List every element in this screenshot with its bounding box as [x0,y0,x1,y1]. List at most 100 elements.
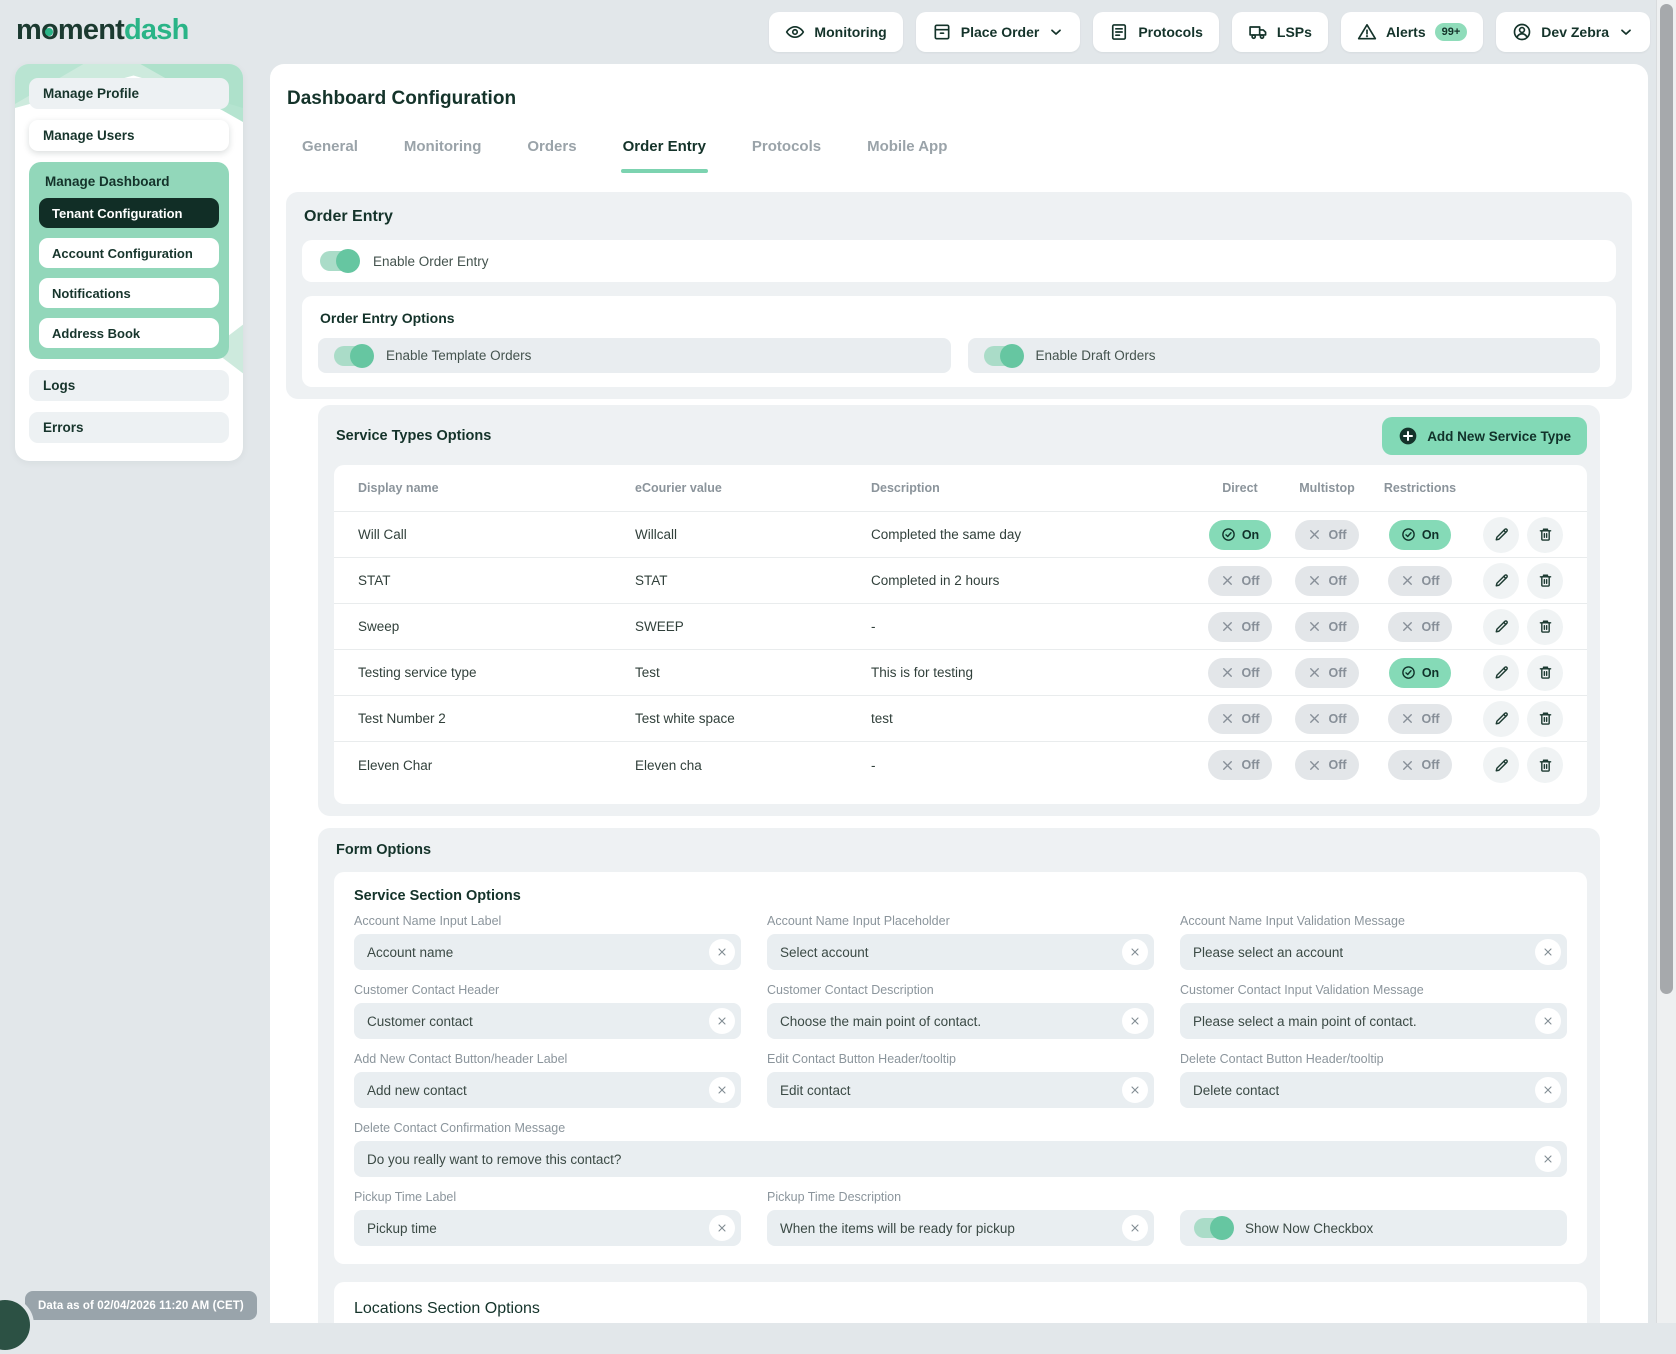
restrictions-off-pill[interactable]: Off [1388,612,1451,642]
sidebar-item-logs[interactable]: Logs [29,370,229,401]
sidebar-item-manage-users[interactable]: Manage Users [29,120,229,151]
pickup-time-description-input[interactable]: When the items will be ready for pickup [767,1210,1154,1246]
add-new-contact-button-header-label-input[interactable]: Add new contact [354,1072,741,1108]
check-circle-icon [1401,527,1416,542]
enable-draft-orders-toggle[interactable] [984,346,1022,366]
tab-protocols[interactable]: Protocols [752,138,821,162]
pill-state-label: Off [1241,666,1259,680]
page-title: Dashboard Configuration [287,88,1648,110]
nav-dev-zebra-button[interactable]: Dev Zebra [1496,12,1650,52]
edit-row-button[interactable] [1483,563,1519,599]
sidebar-item-notifications[interactable]: Notifications [39,278,219,308]
nav-lsps-button[interactable]: LSPs [1232,12,1328,52]
clear-input-button[interactable] [1535,1077,1561,1103]
edit-row-button[interactable] [1483,609,1519,645]
direct-off-pill[interactable]: Off [1208,658,1271,688]
edit-contact-button-header-tooltip-input[interactable]: Edit contact [767,1072,1154,1108]
restrictions-on-pill[interactable]: On [1389,520,1451,550]
form-options-panel: Form Options Service Section Options Acc… [318,828,1600,1323]
delete-row-button[interactable] [1527,609,1563,645]
sidebar-item-account-configuration[interactable]: Account Configuration [39,238,219,268]
tab-order-entry[interactable]: Order Entry [623,138,706,162]
delete-row-button[interactable] [1527,517,1563,553]
tab-mobile-app[interactable]: Mobile App [867,138,947,162]
multistop-off-pill[interactable]: Off [1295,658,1358,688]
restrictions-on-pill[interactable]: On [1389,658,1451,688]
tab-monitoring[interactable]: Monitoring [404,138,481,162]
account-name-input-validation-message-input[interactable]: Please select an account [1180,934,1567,970]
tab-orders[interactable]: Orders [527,138,576,162]
sidebar-item-address-book[interactable]: Address Book [39,318,219,348]
delete-row-button[interactable] [1527,563,1563,599]
multistop-off-pill[interactable]: Off [1295,566,1358,596]
multistop-off-pill[interactable]: Off [1295,704,1358,734]
show-now-checkbox-label: Show Now Checkbox [1245,1221,1373,1236]
scrollbar-thumb[interactable] [1660,4,1673,994]
delete-contact-button-header-tooltip-input[interactable]: Delete contact [1180,1072,1567,1108]
delete-row-button[interactable] [1527,701,1563,737]
multistop-off-pill[interactable]: Off [1295,750,1358,780]
edit-row-button[interactable] [1483,701,1519,737]
x-icon [1220,665,1235,680]
nav-place-order-button[interactable]: Place Order [916,12,1081,52]
pickup-time-label-input[interactable]: Pickup time [354,1210,741,1246]
logo-text: m [16,14,41,46]
delete-row-button[interactable] [1527,655,1563,691]
main-content: Dashboard Configuration General Monitorin… [270,64,1648,1323]
pencil-icon [1493,526,1510,543]
clear-input-button[interactable] [709,939,735,965]
trash-icon [1537,710,1554,727]
sidebar-item-label: Errors [43,420,84,435]
column-header: Description [871,481,1201,495]
show-now-checkbox-toggle[interactable] [1194,1218,1232,1238]
sidebar-item-tenant-configuration[interactable]: Tenant Configuration [39,198,219,228]
multistop-off-pill[interactable]: Off [1295,520,1358,550]
tab-general[interactable]: General [302,138,358,162]
clear-input-button[interactable] [1535,1008,1561,1034]
direct-off-pill[interactable]: Off [1208,566,1271,596]
add-new-service-type-button[interactable]: Add New Service Type [1382,417,1587,455]
restrictions-off-pill[interactable]: Off [1388,566,1451,596]
order-entry-heading: Order Entry [304,208,1616,226]
sidebar-item-errors[interactable]: Errors [29,412,229,443]
sidebar-item-label: Account Configuration [52,246,193,261]
account-name-input-label-input[interactable]: Account name [354,934,741,970]
edit-row-button[interactable] [1483,517,1519,553]
customer-contact-description-input[interactable]: Choose the main point of contact. [767,1003,1154,1039]
nav-alerts-button[interactable]: Alerts99+ [1341,12,1483,52]
sidebar-item-manage-profile[interactable]: Manage Profile [29,78,229,109]
clear-input-button[interactable] [709,1008,735,1034]
clear-input-button[interactable] [1535,939,1561,965]
restrictions-off-pill[interactable]: Off [1388,750,1451,780]
input-value: Delete contact [1193,1083,1279,1098]
edit-row-button[interactable] [1483,747,1519,783]
clear-input-button[interactable] [1122,1077,1148,1103]
clear-input-button[interactable] [1122,939,1148,965]
clear-input-button[interactable] [709,1077,735,1103]
clear-input-button[interactable] [709,1215,735,1241]
clear-input-button[interactable] [1535,1146,1561,1172]
chevron-down-icon [1048,24,1064,40]
account-name-input-placeholder-input[interactable]: Select account [767,934,1154,970]
direct-off-pill[interactable]: Off [1208,612,1271,642]
enable-template-orders-toggle[interactable] [334,346,372,366]
clear-input-button[interactable] [1122,1008,1148,1034]
customer-contact-header-input[interactable]: Customer contact [354,1003,741,1039]
delete-contact-confirmation-message-input[interactable]: Do you really want to remove this contac… [354,1141,1567,1177]
edit-row-button[interactable] [1483,655,1519,691]
restrictions-off-pill[interactable]: Off [1388,704,1451,734]
direct-on-pill[interactable]: On [1209,520,1271,550]
direct-off-pill[interactable]: Off [1208,704,1271,734]
delete-row-button[interactable] [1527,747,1563,783]
sidebar-item-label: Manage Users [43,128,135,143]
customer-contact-input-validation-message-input[interactable]: Please select a main point of contact. [1180,1003,1567,1039]
ecourier-value-cell: Test white space [635,711,871,726]
direct-off-pill[interactable]: Off [1208,750,1271,780]
enable-order-entry-toggle[interactable] [320,251,358,271]
multistop-off-pill[interactable]: Off [1295,612,1358,642]
trash-icon [1537,618,1554,635]
form-field-edit-contact-button-header-tooltip: Edit Contact Button Header/tooltipEdit c… [767,1052,1154,1108]
nav-protocols-button[interactable]: Protocols [1093,12,1219,52]
clear-input-button[interactable] [1122,1215,1148,1241]
nav-monitoring-button[interactable]: Monitoring [769,12,902,52]
